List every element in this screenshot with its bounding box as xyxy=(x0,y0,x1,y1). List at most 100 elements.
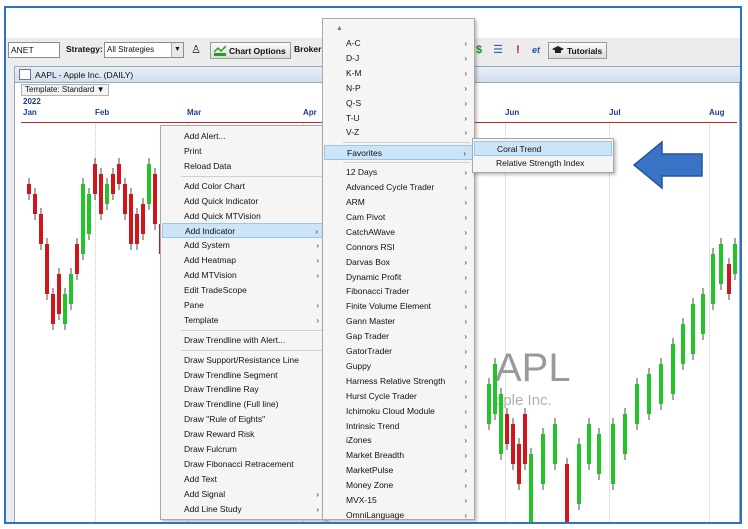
indicator-item-finite-volume-element[interactable]: Finite Volume Element › xyxy=(324,299,473,314)
indicator-item-cam-pivot[interactable]: Cam Pivot › xyxy=(324,210,473,225)
menu-item-add-heatmap[interactable]: Add Heatmap › xyxy=(162,253,325,268)
menu-item-label: Add MTVision xyxy=(184,270,237,281)
list-icon[interactable]: ☰ xyxy=(490,42,506,58)
indicator-item-a-c[interactable]: A-C › xyxy=(324,36,473,51)
menu-item-draw-rule-of-eights[interactable]: Draw "Rule of Eights" xyxy=(162,412,325,427)
strategy-select[interactable]: All Strategies ▼ xyxy=(104,42,184,58)
menu-item-add-quick-indicator[interactable]: Add Quick Indicator xyxy=(162,194,325,209)
indicator-item-n-p[interactable]: N-P › xyxy=(324,81,473,96)
indicator-item-d-j[interactable]: D-J › xyxy=(324,51,473,66)
indicator-item-marketpulse[interactable]: MarketPulse › xyxy=(324,463,473,478)
favorite-item-relative-strength-index[interactable]: Relative Strength Index xyxy=(474,156,612,171)
menu-item-draw-fulcrum[interactable]: Draw Fulcrum xyxy=(162,442,325,457)
menu-item-add-line-study[interactable]: Add Line Study › xyxy=(162,502,325,517)
menu-item-label: Gann Master xyxy=(346,316,396,327)
indicator-item-12-days[interactable]: 12 Days › xyxy=(324,165,473,180)
candle-body xyxy=(123,184,127,214)
favorite-item-coral-trend[interactable]: Coral Trend xyxy=(474,141,612,156)
indicator-item-intrinsic-trend[interactable]: Intrinsic Trend › xyxy=(324,419,473,434)
menu-item-add-alert[interactable]: Add Alert... xyxy=(162,129,325,144)
candle-body xyxy=(487,384,491,424)
indicator-item-market-breadth[interactable]: Market Breadth › xyxy=(324,448,473,463)
menu-item-label: Pane xyxy=(184,299,204,310)
chevron-down-icon[interactable]: ▼ xyxy=(171,43,183,57)
candle-body xyxy=(33,194,37,214)
indicator-item-catchawave[interactable]: CatchAWave › xyxy=(324,225,473,240)
menu-item-label: Favorites xyxy=(347,148,382,159)
indicator-item-q-s[interactable]: Q-S › xyxy=(324,96,473,111)
indicator-item-fibonacci-trader[interactable]: Fibonacci Trader › xyxy=(324,284,473,299)
candle-body xyxy=(523,414,527,464)
template-dropdown[interactable]: Template: Standard ▼ xyxy=(21,84,109,96)
month-label-jan: Jan xyxy=(23,108,37,117)
menu-item-label: Cam Pivot xyxy=(346,211,386,222)
menu-item-add-system[interactable]: Add System › xyxy=(162,238,325,253)
indicator-item-gann-master[interactable]: Gann Master › xyxy=(324,314,473,329)
chevron-right-icon: › xyxy=(464,376,467,386)
indicator-item-omnilanguage[interactable]: OmniLanguage › xyxy=(324,508,473,522)
indicator-item-darvas-box[interactable]: Darvas Box › xyxy=(324,255,473,270)
indicator-item-v-z[interactable]: V-Z › xyxy=(324,125,473,140)
strategy-person-icon[interactable]: ♙ xyxy=(188,42,204,58)
menu-item-add-signal[interactable]: Add Signal › xyxy=(162,487,325,502)
indicator-item-k-m[interactable]: K-M › xyxy=(324,66,473,81)
menu-item-label: Add Color Chart xyxy=(184,180,245,191)
indicator-item-guppy[interactable]: Guppy › xyxy=(324,359,473,374)
menu-item-edit-tradescope[interactable]: Edit TradeScope xyxy=(162,283,325,298)
chevron-right-icon: › xyxy=(463,149,466,159)
menu-item-label: Harness Relative Strength xyxy=(346,375,446,386)
tutorials-label: Tutorials xyxy=(567,46,603,56)
menu-separator xyxy=(343,142,470,144)
menu-item-label: Draw Trendline (Full line) xyxy=(184,399,279,410)
indicator-item-ichimoku-cloud-module[interactable]: Ichimoku Cloud Module › xyxy=(324,404,473,419)
menu-item-label: iZones xyxy=(346,435,372,446)
menu-item-template[interactable]: Template › xyxy=(162,313,325,328)
menu-item-draw-trendline-segment[interactable]: Draw Trendline Segment xyxy=(162,368,325,383)
chart-options-button[interactable]: Chart Options xyxy=(210,42,291,59)
indicator-item-connors-rsi[interactable]: Connors RSI › xyxy=(324,240,473,255)
indicator-item-dynamic-profit[interactable]: Dynamic Profit › xyxy=(324,270,473,285)
indicator-item-izones[interactable]: iZones › xyxy=(324,433,473,448)
tutorials-button[interactable]: Tutorials xyxy=(548,42,608,59)
candle-body xyxy=(45,244,49,294)
indicator-item-money-zone[interactable]: Money Zone › xyxy=(324,478,473,493)
indicator-item-gatortrader[interactable]: GatorTrader › xyxy=(324,344,473,359)
indicator-item-gap-trader[interactable]: Gap Trader › xyxy=(324,329,473,344)
menu-item-draw-trendline-ray[interactable]: Draw Trendline Ray xyxy=(162,382,325,397)
chevron-right-icon: › xyxy=(464,287,467,297)
indicator-item-t-u[interactable]: T-U › xyxy=(324,111,473,126)
menu-item-print[interactable]: Print xyxy=(162,144,325,159)
indicator-item-hurst-cycle-trader[interactable]: Hurst Cycle Trader › xyxy=(324,389,473,404)
menu-item-label: T-U xyxy=(346,112,360,123)
candle-body xyxy=(691,304,695,354)
alert-exclamation-icon[interactable]: ! xyxy=(510,42,526,58)
menu-item-add-color-chart[interactable]: Add Color Chart xyxy=(162,179,325,194)
menu-item-reload-data[interactable]: Reload Data xyxy=(162,159,325,174)
candle-body xyxy=(87,194,91,234)
menu-item-label: Gap Trader xyxy=(346,331,389,342)
menu-item-add-indicator[interactable]: Add Indicator › xyxy=(162,223,325,239)
menu-item-draw-fibonacci-retracement[interactable]: Draw Fibonacci Retracement xyxy=(162,457,325,472)
menu-item-draw-support-resistance-line[interactable]: Draw Support/Resistance Line xyxy=(162,353,325,368)
menu-separator xyxy=(181,175,322,177)
strategy-label: Strategy: xyxy=(66,44,103,54)
menu-item-label: Draw Trendline Ray xyxy=(184,384,259,395)
indicator-item-arm[interactable]: ARM › xyxy=(324,195,473,210)
indicator-item-favorites[interactable]: Favorites › xyxy=(324,145,473,161)
menu-item-label: Add Line Study xyxy=(184,503,242,514)
menu-item-add-quick-mtvision[interactable]: Add Quick MTVision xyxy=(162,209,325,224)
menu-item-label: ARM xyxy=(346,197,365,207)
symbol-input[interactable]: ANET xyxy=(8,42,60,58)
indicator-item-advanced-cycle-trader[interactable]: Advanced Cycle Trader › xyxy=(324,180,473,195)
menu-item-add-mtvision[interactable]: Add MTVision › xyxy=(162,268,325,283)
menu-item-pane[interactable]: Pane › xyxy=(162,298,325,313)
menu-item-draw-trendline-with-alert[interactable]: Draw Trendline with Alert... xyxy=(162,333,325,348)
indicator-item-mvx-15[interactable]: MVX-15 › xyxy=(324,493,473,508)
menu-item-draw-reward-risk[interactable]: Draw Reward Risk xyxy=(162,427,325,442)
scroll-up-icon[interactable]: ▲ xyxy=(324,21,473,36)
candle-body xyxy=(517,444,521,484)
et-icon[interactable]: et xyxy=(528,42,544,58)
indicator-item-harness-relative-strength[interactable]: Harness Relative Strength › xyxy=(324,374,473,389)
menu-item-add-text[interactable]: Add Text xyxy=(162,472,325,487)
menu-item-draw-trendline-full-line[interactable]: Draw Trendline (Full line) xyxy=(162,397,325,412)
